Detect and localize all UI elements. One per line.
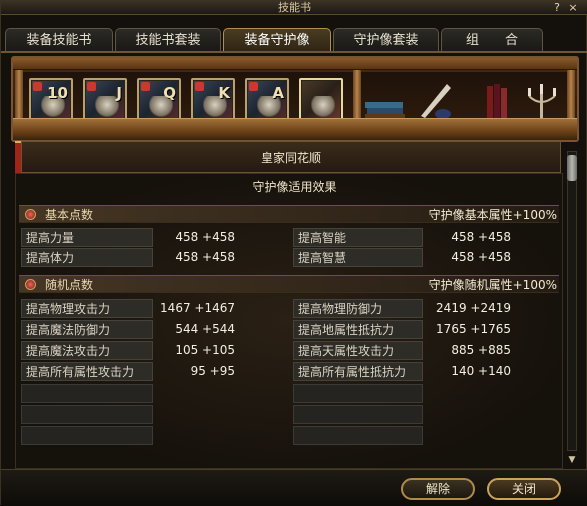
- empty-stat-slot: [21, 426, 153, 445]
- lock-icon: [249, 82, 258, 91]
- guardian-card-joker[interactable]: [299, 78, 343, 122]
- help-icon[interactable]: ?: [551, 1, 563, 14]
- empty-stat-slot: [293, 426, 423, 445]
- lock-icon: [87, 82, 96, 91]
- stat-value: 458 +458: [175, 250, 235, 264]
- guardian-card-10[interactable]: 10: [29, 78, 73, 122]
- stat-value: 458 +458: [451, 230, 511, 244]
- stat-label: 提高魔法防御力: [21, 320, 153, 339]
- shelf-pillar: [353, 70, 361, 120]
- tab-skillbook-set[interactable]: 技能书套装: [115, 28, 221, 52]
- guardian-shelf: 10 J Q K A: [11, 56, 579, 142]
- stat-label: 提高所有属性攻击力: [21, 362, 153, 381]
- combo-name: 皇家同花顺: [21, 141, 561, 173]
- tab-divider: [1, 51, 587, 53]
- stat-value: 458 +458: [175, 230, 235, 244]
- title-bar: 技能书 ? ×: [1, 1, 587, 15]
- stat-label: 提高体力: [21, 248, 153, 267]
- skillbook-window: 技能书 ? × 装备技能书 技能书套装 装备守护像 守护像套装 组 合 10 J…: [0, 0, 587, 506]
- stat-value: 458 +458: [451, 250, 511, 264]
- stat-label: 提高智慧: [293, 248, 423, 267]
- card-portrait: [311, 96, 335, 118]
- stat-label: 提高天属性攻击力: [293, 341, 423, 360]
- shelf-board: [13, 118, 577, 140]
- stat-value: 2419 +2419: [436, 301, 511, 315]
- tab-bar: 装备技能书 技能书套装 装备守护像 守护像套装 组 合: [3, 28, 586, 52]
- random-bonus: 守护像随机属性+100%: [428, 278, 557, 292]
- lock-icon: [33, 82, 42, 91]
- books-icon: [365, 102, 405, 120]
- scroll-down-icon[interactable]: ▼: [565, 453, 579, 467]
- stat-label: 提高物理防御力: [293, 299, 423, 318]
- gem-icon: [25, 279, 36, 290]
- window-title: 技能书: [278, 1, 311, 14]
- scrollbar[interactable]: [567, 151, 577, 451]
- stat-value: 544 +544: [175, 322, 235, 336]
- quill-inkpot-icon: [421, 84, 451, 119]
- remove-button[interactable]: 解除: [401, 478, 475, 500]
- random-section-label: 随机点数: [45, 278, 94, 292]
- stat-label: 提高所有属性抵抗力: [293, 362, 423, 381]
- gem-icon: [25, 209, 36, 220]
- shelf-pillar: [567, 70, 575, 120]
- stat-label: 提高力量: [21, 228, 153, 247]
- guardian-card-q[interactable]: Q: [137, 78, 181, 122]
- stat-value: 885 +885: [451, 343, 511, 357]
- stat-value: 105 +105: [175, 343, 235, 357]
- card-rank: Q: [163, 84, 176, 102]
- stat-value: 1765 +1765: [436, 322, 511, 336]
- shelf-pillar: [15, 70, 23, 120]
- card-rank: J: [116, 84, 122, 102]
- tab-combination[interactable]: 组 合: [441, 28, 543, 52]
- empty-stat-slot: [293, 384, 423, 403]
- basic-bonus: 守护像基本属性+100%: [428, 208, 557, 222]
- card-rank: A: [272, 84, 284, 102]
- lock-icon: [195, 82, 204, 91]
- scrollbar-thumb[interactable]: [567, 155, 577, 181]
- card-rank: 10: [47, 84, 68, 102]
- guardian-card-k[interactable]: K: [191, 78, 235, 122]
- tab-equip-skillbook[interactable]: 装备技能书: [5, 28, 113, 52]
- standing-books-icon: [487, 84, 507, 120]
- stat-label: 提高智能: [293, 228, 423, 247]
- lock-icon: [141, 82, 150, 91]
- random-section-header: 随机点数 守护像随机属性+100%: [19, 275, 559, 293]
- basic-section-label: 基本点数: [45, 208, 94, 222]
- stat-label: 提高魔法攻击力: [21, 341, 153, 360]
- empty-stat-slot: [21, 405, 153, 424]
- effect-title: 守护像适用效果: [252, 180, 337, 194]
- empty-stat-slot: [293, 405, 423, 424]
- card-rank: K: [218, 84, 230, 102]
- basic-section-header: 基本点数 守护像基本属性+100%: [19, 205, 559, 223]
- stat-label: 提高地属性抵抗力: [293, 320, 423, 339]
- tab-equip-guardian[interactable]: 装备守护像: [223, 28, 331, 52]
- close-icon[interactable]: ×: [567, 1, 579, 14]
- tab-guardian-set[interactable]: 守护像套装: [333, 28, 439, 52]
- candelabra-icon: [528, 84, 556, 118]
- stat-value: 1467 +1467: [160, 301, 235, 315]
- stat-label: 提高物理攻击力: [21, 299, 153, 318]
- guardian-card-a[interactable]: A: [245, 78, 289, 122]
- stat-value: 140 +140: [451, 364, 511, 378]
- guardian-card-j[interactable]: J: [83, 78, 127, 122]
- empty-stat-slot: [21, 384, 153, 403]
- stat-value: 95 +95: [190, 364, 235, 378]
- shelf-top-board: [13, 58, 577, 70]
- close-button[interactable]: 关闭: [487, 478, 561, 500]
